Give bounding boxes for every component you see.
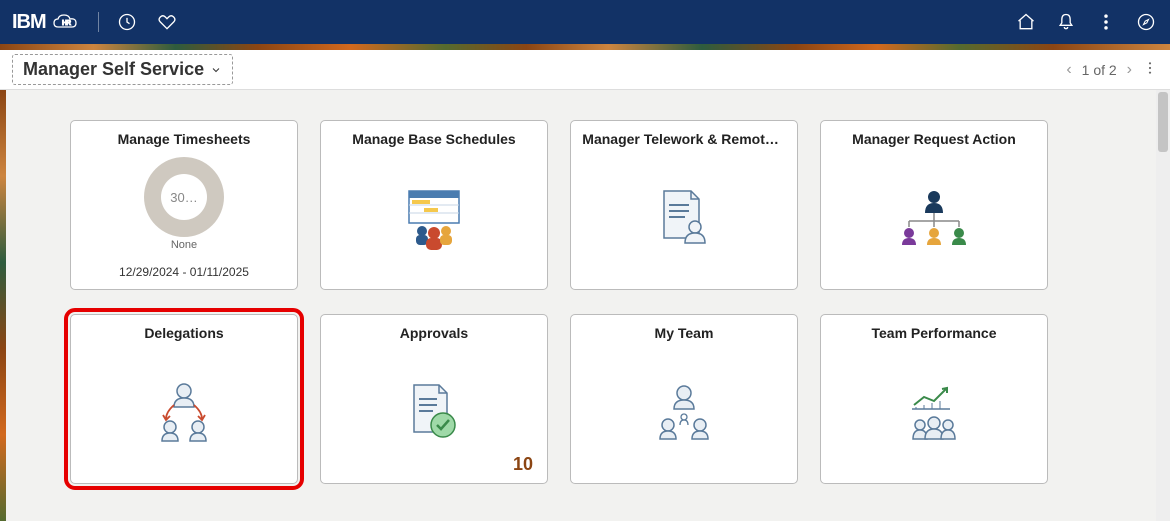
tile-title: My Team [582, 325, 785, 341]
sub-header: Manager Self Service ‹ 1 of 2 › [0, 50, 1170, 90]
header-right [1014, 10, 1158, 34]
homepage-dropdown[interactable]: Manager Self Service [12, 54, 233, 85]
tile-manage-base-schedules[interactable]: Manage Base Schedules [320, 120, 548, 290]
document-check-icon [399, 377, 469, 447]
tile-title: Manager Request Action [832, 131, 1035, 147]
bell-icon[interactable] [1054, 10, 1078, 34]
pager-next[interactable]: › [1127, 61, 1132, 79]
document-person-icon [649, 183, 719, 253]
delegation-icon [144, 377, 224, 447]
tile-title: Manage Base Schedules [332, 131, 535, 147]
svg-text:HR: HR [62, 20, 71, 27]
pager-text: 1 of 2 [1082, 62, 1117, 78]
dropdown-label: Manager Self Service [23, 59, 204, 80]
tile-title: Manage Timesheets [82, 131, 285, 147]
tile-my-team[interactable]: My Team [570, 314, 798, 484]
tile-body: 30… None [71, 147, 297, 261]
brand-text: IBM [12, 11, 46, 34]
tile-title: Delegations [82, 325, 285, 341]
team-icon [644, 377, 724, 447]
tile-body [571, 341, 797, 483]
tile-manage-timesheets[interactable]: Manage Timesheets 30… None 12/29/2024 - … [70, 120, 298, 290]
header-divider [98, 12, 99, 32]
tile-body [821, 341, 1047, 483]
tile-title: Manager Telework & Remote W… [582, 131, 785, 147]
chevron-down-icon [210, 64, 222, 76]
donut-value: 30… [170, 190, 197, 205]
tile-body [821, 147, 1047, 289]
tile-title: Team Performance [832, 325, 1035, 341]
heart-icon[interactable] [155, 10, 179, 34]
decorative-side-strip [0, 90, 6, 521]
tile-team-performance[interactable]: Team Performance [820, 314, 1048, 484]
hr-cloud-icon: HR [52, 11, 82, 33]
scrollbar[interactable] [1156, 90, 1170, 521]
kebab-menu-icon[interactable] [1094, 10, 1118, 34]
tile-manager-request-action[interactable]: Manager Request Action [820, 120, 1048, 290]
tile-manager-telework[interactable]: Manager Telework & Remote W… [570, 120, 798, 290]
tile-delegations[interactable]: Delegations [70, 314, 298, 484]
tile-approvals[interactable]: Approvals 10 [320, 314, 548, 484]
donut-label: None [171, 239, 197, 251]
tile-count: 10 [513, 454, 533, 475]
header-left: IBM HR [12, 10, 179, 34]
tile-title: Approvals [332, 325, 535, 341]
calendar-team-icon [394, 183, 474, 253]
tile-body [321, 147, 547, 289]
app-header: IBM HR [0, 0, 1170, 44]
home-icon[interactable] [1014, 10, 1038, 34]
pager: ‹ 1 of 2 › [1066, 60, 1158, 79]
pager-prev[interactable]: ‹ [1066, 61, 1071, 79]
performance-chart-icon [894, 377, 974, 447]
brand-logo[interactable]: IBM HR [12, 11, 82, 34]
content-area: Manage Timesheets 30… None 12/29/2024 - … [0, 90, 1170, 521]
donut-ring: 30… [144, 157, 224, 237]
tile-footer: 12/29/2024 - 01/11/2025 [119, 261, 249, 289]
tile-body [71, 341, 297, 483]
pager-more-icon[interactable] [1142, 60, 1158, 79]
org-chart-icon [889, 183, 979, 253]
clock-icon[interactable] [115, 10, 139, 34]
tile-grid: Manage Timesheets 30… None 12/29/2024 - … [0, 90, 1170, 514]
tile-body [571, 147, 797, 289]
donut-chart: 30… None [144, 157, 224, 251]
compass-icon[interactable] [1134, 10, 1158, 34]
